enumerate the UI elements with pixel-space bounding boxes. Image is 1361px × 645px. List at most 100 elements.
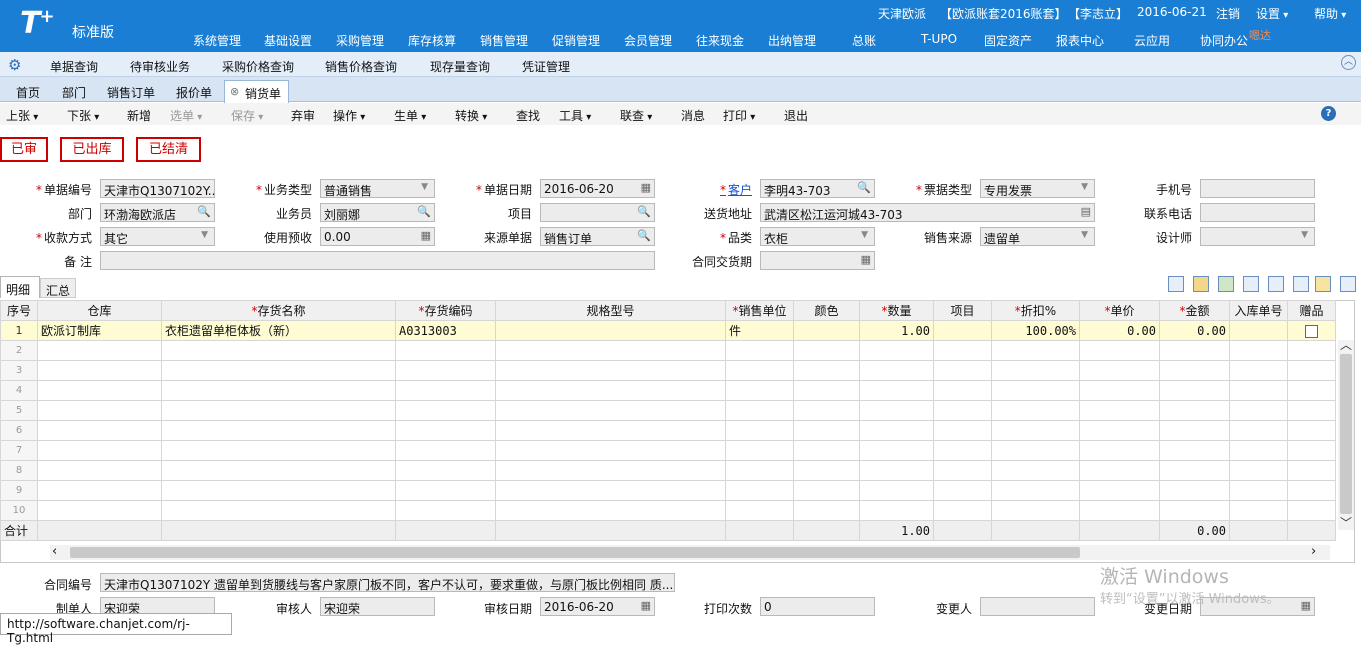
customer-field[interactable]: 李明43-703 🔍 <box>760 179 875 198</box>
next-button[interactable]: 下张 <box>67 107 99 124</box>
table-row[interactable]: 8 <box>0 460 1336 481</box>
category-select[interactable]: 衣柜 ▼ <box>760 227 875 246</box>
col-spec[interactable]: 规格型号 <box>495 300 726 321</box>
new-button[interactable]: 新增 <box>127 107 151 124</box>
tab-quote[interactable]: 报价单 <box>176 84 212 101</box>
prev-button[interactable]: 上张 <box>6 107 38 124</box>
search-icon[interactable]: 🔍 <box>637 205 651 218</box>
unaudit-button[interactable]: 弃审 <box>291 107 315 124</box>
cell-amount[interactable]: 0.00 <box>1159 320 1230 341</box>
table-row[interactable]: 4 <box>0 380 1336 401</box>
changer-field[interactable] <box>980 597 1095 616</box>
cell-warehouse[interactable]: 欧派订制库 <box>37 320 162 341</box>
subnav-stock-query[interactable]: 现存量查询 <box>430 58 490 75</box>
contract-date-field[interactable]: ▦ <box>760 251 875 270</box>
calendar-icon[interactable]: ▦ <box>861 253 871 266</box>
find-icon[interactable] <box>1243 276 1259 292</box>
paste-icon[interactable] <box>1193 276 1209 292</box>
copy-icon[interactable] <box>1168 276 1184 292</box>
address-field[interactable]: 武清区松江运河城43-703 ▤ <box>760 203 1095 222</box>
menu-cloud[interactable]: 云应用 <box>1134 32 1170 49</box>
cell-spec[interactable] <box>495 320 726 341</box>
prepay-field[interactable]: 0.00 ▦ <box>320 227 435 246</box>
subnav-pending-audit[interactable]: 待审核业务 <box>130 58 190 75</box>
collapse-icon[interactable]: ︿ <box>1341 55 1356 70</box>
subnav-doc-query[interactable]: 单据查询 <box>50 58 98 75</box>
col-no[interactable]: 序号 <box>0 300 38 321</box>
menu-purchase[interactable]: 采购管理 <box>336 32 384 49</box>
col-gift[interactable]: 赠品 <box>1287 300 1336 321</box>
menu-sales[interactable]: 销售管理 <box>480 32 528 49</box>
remark-field[interactable] <box>100 251 655 270</box>
col-item-name[interactable]: 存货名称 <box>161 300 396 321</box>
search-icon[interactable]: 🔍 <box>197 205 211 218</box>
cell-price[interactable]: 0.00 <box>1079 320 1160 341</box>
generate-button[interactable]: 生单 <box>394 107 426 124</box>
scroll-up-icon[interactable]: ︿ <box>1340 336 1352 353</box>
scroll-down-icon[interactable]: ﹀ <box>1340 514 1352 531</box>
designer-select[interactable]: ▼ <box>1200 227 1315 246</box>
help-menu[interactable]: 帮助 <box>1314 5 1346 22</box>
preview-icon[interactable] <box>1268 276 1284 292</box>
calculator-icon[interactable]: ▦ <box>421 229 431 242</box>
menu-collab[interactable]: 协同办公 <box>1200 32 1248 49</box>
col-color[interactable]: 颜色 <box>793 300 860 321</box>
tab-summary[interactable]: 汇总 <box>40 278 76 298</box>
table-row[interactable]: 2 <box>0 340 1336 361</box>
invoice-type-select[interactable]: 专用发票 ▼ <box>980 179 1095 198</box>
tab-home[interactable]: 首页 <box>16 84 40 101</box>
project-field[interactable]: 🔍 <box>540 203 655 222</box>
search-icon[interactable]: 🔍 <box>857 181 871 194</box>
col-warehouse[interactable]: 仓库 <box>37 300 162 321</box>
contract-no-field[interactable]: 天津市Q1307102Y 遗留单到货腰线与客户家原门板不同，客户不认可，要求重做… <box>100 573 675 592</box>
cell-color[interactable] <box>793 320 860 341</box>
menu-fixed-assets[interactable]: 固定资产 <box>984 32 1032 49</box>
table-row[interactable]: 5 <box>0 400 1336 421</box>
col-price[interactable]: 单价 <box>1079 300 1160 321</box>
save-layout-icon[interactable] <box>1340 276 1356 292</box>
calendar-icon[interactable]: ▦ <box>641 181 651 194</box>
export-excel-icon[interactable] <box>1218 276 1234 292</box>
chart-icon[interactable] <box>1315 276 1331 292</box>
col-qty[interactable]: 数量 <box>859 300 934 321</box>
cell-qty[interactable]: 1.00 <box>859 320 934 341</box>
menu-cash[interactable]: 往来现金 <box>696 32 744 49</box>
table-row[interactable]: 1 欧派订制库 衣柜遗留单柜体板（新） A0313003 件 1.00 100.… <box>0 320 1336 341</box>
link-query-button[interactable]: 联查 <box>620 107 652 124</box>
doc-date-field[interactable]: 2016-06-20 ▦ <box>540 179 655 198</box>
select-doc-button[interactable]: 选单 <box>170 107 202 124</box>
cell-in-no[interactable] <box>1229 320 1288 341</box>
cell-project[interactable] <box>933 320 992 341</box>
col-unit[interactable]: 销售单位 <box>725 300 794 321</box>
dept-field[interactable]: 环渤海欧派店 🔍 <box>100 203 215 222</box>
menu-inventory[interactable]: 库存核算 <box>408 32 456 49</box>
cell-item-code[interactable]: A0313003 <box>395 320 496 341</box>
vertical-scrollbar[interactable]: ︿ ﹀ <box>1338 338 1354 531</box>
scroll-left-icon[interactable]: ‹ <box>52 544 57 559</box>
operate-button[interactable]: 操作 <box>333 107 365 124</box>
menu-promotion[interactable]: 促销管理 <box>552 32 600 49</box>
col-in-no[interactable]: 入库单号 <box>1229 300 1288 321</box>
subnav-purchase-price[interactable]: 采购价格查询 <box>222 58 294 75</box>
audit-date-field[interactable]: 2016-06-20 ▦ <box>540 597 655 616</box>
phone-field[interactable] <box>1200 179 1315 198</box>
tab-dept[interactable]: 部门 <box>62 84 86 101</box>
doc-no-field[interactable]: 天津市Q1307102Y... <box>100 179 215 198</box>
biz-type-select[interactable]: 普通销售 ▼ <box>320 179 435 198</box>
subnav-voucher[interactable]: 凭证管理 <box>522 58 570 75</box>
gift-checkbox[interactable] <box>1287 320 1336 341</box>
tab-sales-delivery[interactable]: ⊗ 销货单 <box>224 80 289 103</box>
sales-source-select[interactable]: 遗留单 ▼ <box>980 227 1095 246</box>
logout-link[interactable]: 注销 <box>1216 5 1240 22</box>
save-button[interactable]: 保存 <box>231 107 263 124</box>
calendar-icon[interactable]: ▦ <box>1301 599 1311 612</box>
pay-method-select[interactable]: 其它 ▼ <box>100 227 215 246</box>
customer-label[interactable]: 客户 <box>672 181 752 198</box>
table-row[interactable]: 7 <box>0 440 1336 461</box>
columns-icon[interactable] <box>1293 276 1309 292</box>
menu-tupo[interactable]: T-UPO <box>921 32 957 46</box>
table-row[interactable]: 10 <box>0 500 1336 521</box>
tab-sales-order[interactable]: 销售订单 <box>107 84 155 101</box>
menu-reports[interactable]: 报表中心 <box>1056 32 1104 49</box>
find-button[interactable]: 查找 <box>516 107 540 124</box>
